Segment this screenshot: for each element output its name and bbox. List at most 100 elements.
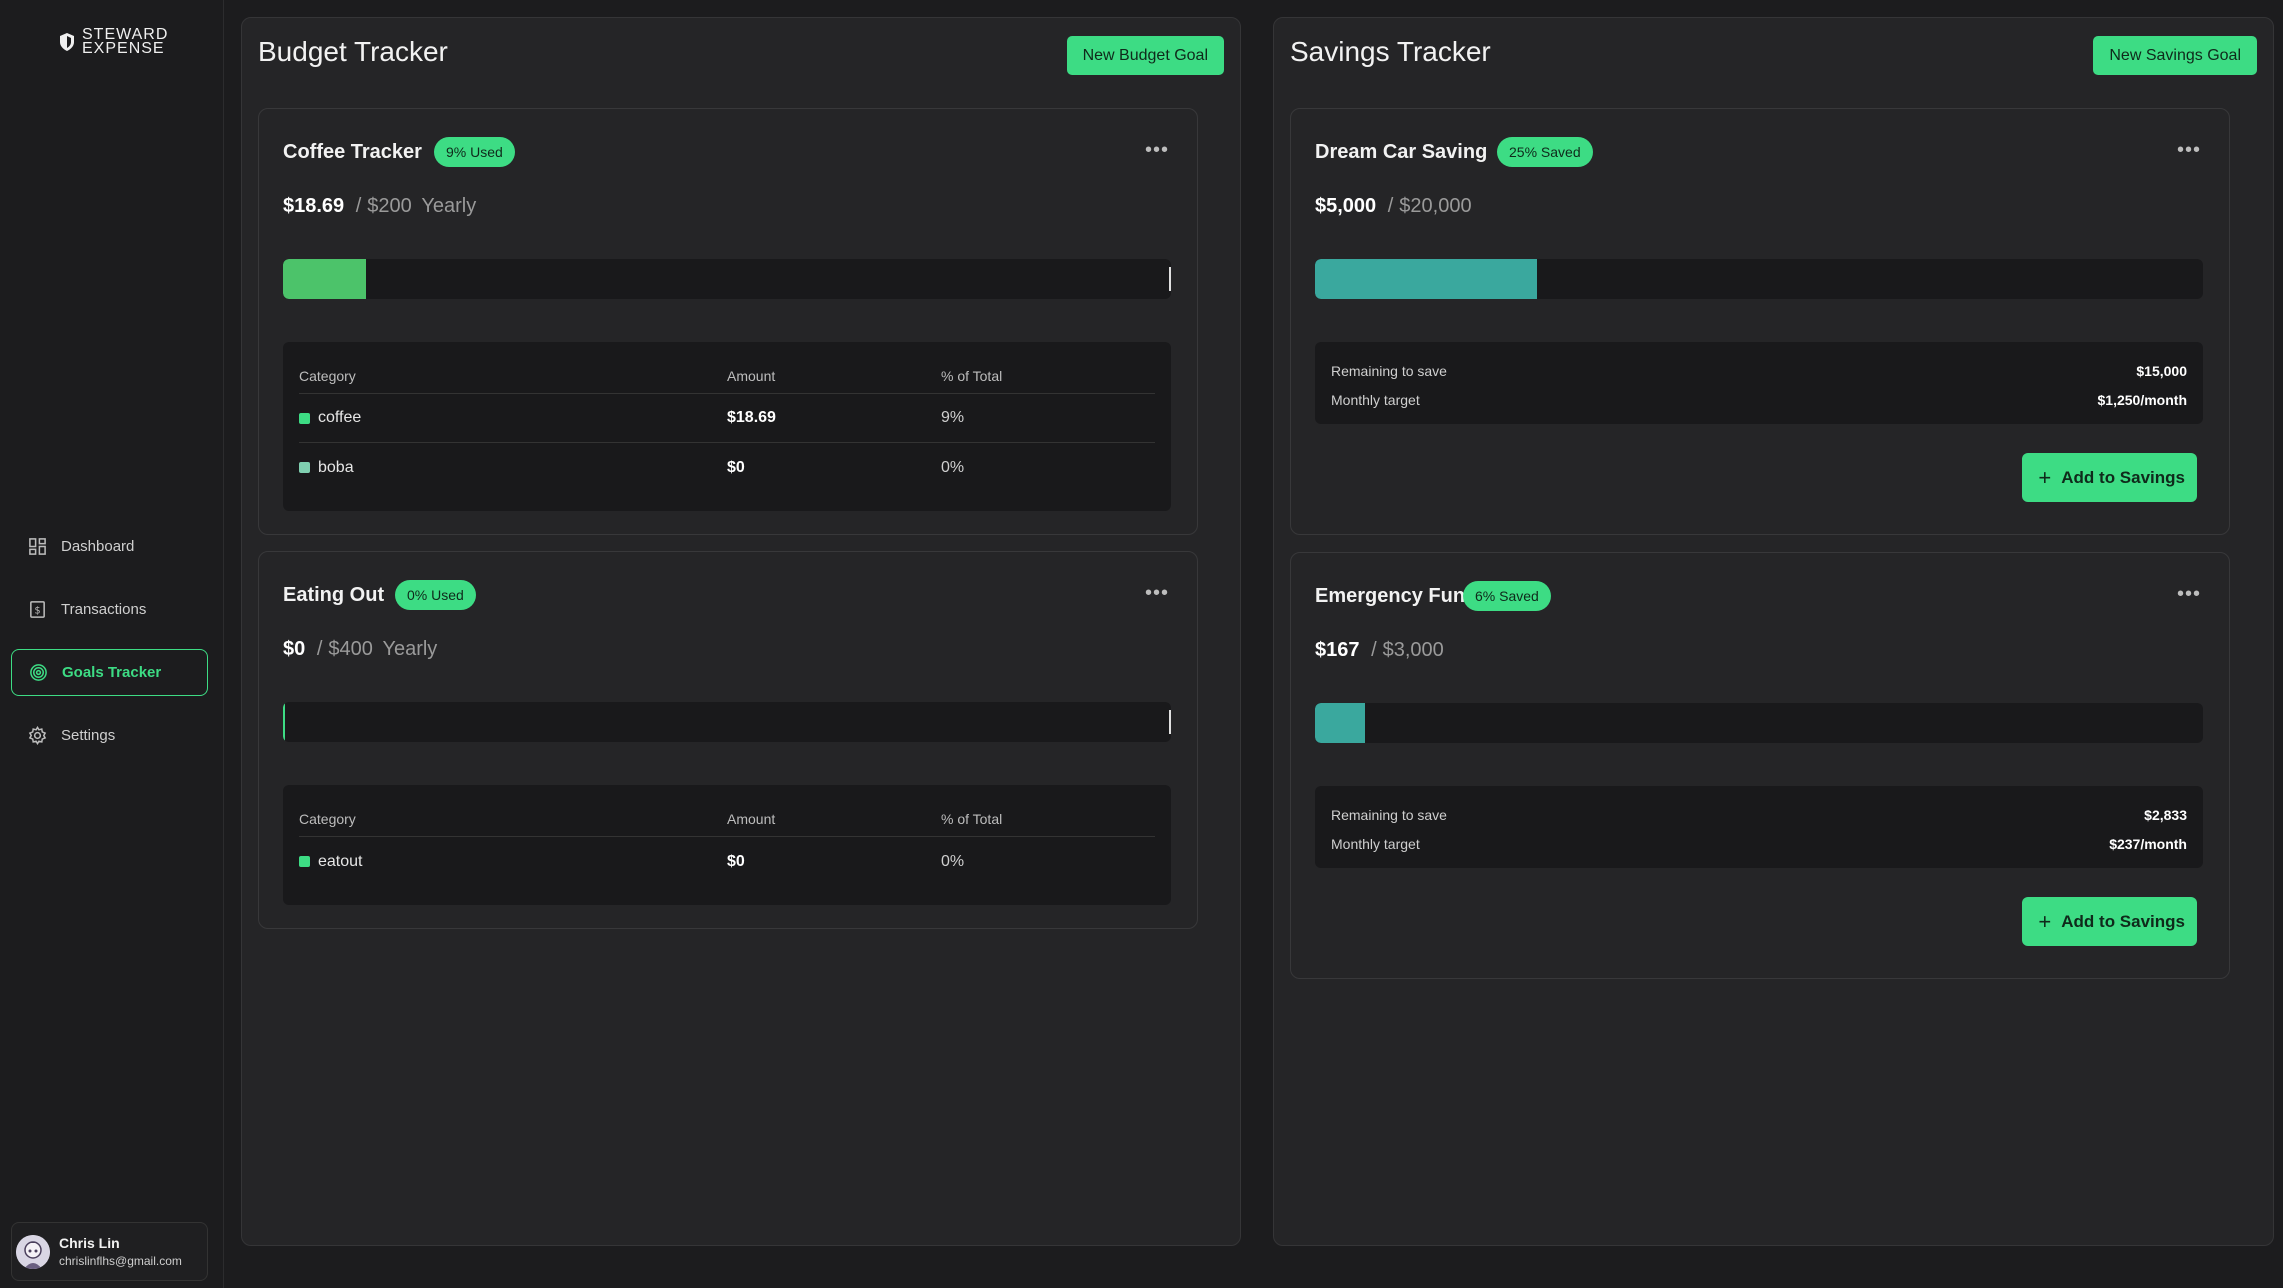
remaining-label: Remaining to save [1331,362,1447,379]
category-name: eatout [318,852,363,870]
plus-icon: + [2038,908,2052,934]
user-name: Chris Lin [59,1235,120,1251]
table-row[interactable]: coffee $18.69 9% [299,394,1155,443]
table-header: Category Amount % of Total [299,801,1155,837]
progress-fill [1315,703,1365,743]
column-header-amount: Amount [727,367,776,384]
savings-summary: Remaining to save $2,833 Monthly target $2… [1315,786,2203,868]
savings-card: Emergency Fund 6% Saved ••• $167 /$3,000… [1290,552,2230,979]
add-to-savings-button[interactable]: + Add to Savings [2022,897,2197,946]
amount-separator: / [355,195,362,217]
more-options-icon[interactable]: ••• [2177,583,2201,606]
budget-card: Eating Out 0% Used ••• $0 /$400 Yearly C… [258,551,1198,929]
amount-summary: $5,000 /$20,000 [1315,195,1472,218]
limit-amount: $200 [367,195,412,217]
category-color-dot [299,412,310,424]
category-color-dot [299,462,310,473]
budget-card: Coffee Tracker 9% Used ••• $18.69 /$200 … [258,108,1198,535]
progress-bar [283,259,1171,299]
category-table: Category Amount % of Total coffee $18.69… [283,342,1171,511]
user-profile-card[interactable]: Chris Lin chrislinflhs@gmail.com [11,1222,208,1281]
current-amount: $167 [1315,639,1360,661]
progress-fill [1315,259,1537,299]
monthly-value: $237/month [2109,835,2187,852]
monthly-label: Monthly target [1331,391,1420,408]
amount-separator: / [316,638,323,660]
category-color-dot [299,856,310,867]
card-title: Emergency Fund [1315,585,1478,607]
amount-separator: / [1387,195,1394,217]
amount-summary: $167 /$3,000 [1315,639,1444,662]
status-badge: 25% Saved [1497,137,1593,167]
progress-bar [283,702,1171,742]
amount-separator: / [1371,639,1377,661]
category-name: boba [318,458,354,476]
page-title: Budget Tracker [258,36,448,67]
remaining-value: $2,833 [2144,806,2187,823]
remaining-value: $15,000 [2136,362,2187,379]
app-logo[interactable]: STEWARD EXPENSE [58,26,169,57]
column-header-amount: Amount [727,810,776,827]
logo-text: STEWARD EXPENSE [82,26,169,57]
shield-icon [60,33,74,51]
progress-fill [283,259,367,299]
sidebar-item-goals-tracker[interactable]: Goals Tracker [11,649,208,696]
monthly-label: Monthly target [1331,835,1420,852]
sidebar-item-dashboard[interactable]: Dashboard [11,523,208,570]
new-budget-goal-button[interactable]: New Budget Goal [1066,36,1224,75]
budget-tracker-panel: Budget Tracker New Budget Goal Coffee Tr… [241,17,1241,1246]
sidebar-item-label: Dashboard [61,538,135,555]
gear-icon [28,726,47,745]
category-name: coffee [318,409,362,426]
more-options-icon[interactable]: ••• [1145,139,1169,162]
status-badge: 6% Saved [1463,581,1551,611]
sidebar-item-label: Settings [61,727,116,744]
status-badge: 0% Used [395,580,476,610]
target-icon [30,664,47,681]
monthly-value: $1,250/month [2097,391,2187,408]
category-amount: $0 [727,852,745,870]
column-header-percent: % of Total [941,810,1003,827]
savings-card: Dream Car Saving 25% Saved ••• $5,000 /$… [1290,108,2230,535]
current-amount: $5,000 [1315,195,1377,217]
table-row[interactable]: boba $0 0% [299,443,1155,492]
sidebar-item-label: Transactions [61,601,147,618]
amount-summary: $0 /$400 Yearly [283,638,437,661]
receipt-icon: $ [30,601,45,618]
column-header-category: Category [299,810,356,827]
sidebar-item-transactions[interactable]: $ Transactions [11,586,208,633]
progress-start-marker [283,702,285,742]
add-to-savings-label: Add to Savings [2061,467,2185,487]
new-savings-goal-button[interactable]: New Savings Goal [2093,36,2257,75]
card-title: Eating Out [283,584,385,606]
card-title: Coffee Tracker [283,141,422,163]
page-title: Savings Tracker [1290,36,1491,67]
table-row[interactable]: eatout $0 0% [299,837,1155,886]
progress-bar-end [1169,710,1171,734]
category-percent: 9% [941,409,965,426]
card-title: Dream Car Saving [1315,141,1488,163]
period-label: Yearly [382,638,438,660]
column-header-percent: % of Total [941,367,1003,384]
category-percent: 0% [941,852,965,870]
savings-tracker-panel: Savings Tracker New Savings Goal Dream C… [1273,17,2274,1246]
progress-bar-end [1169,267,1171,291]
sidebar-item-settings[interactable]: Settings [11,712,208,759]
avatar [16,1234,50,1269]
more-options-icon[interactable]: ••• [1145,582,1169,605]
dashboard-icon [29,538,46,555]
sidebar: STEWARD EXPENSE Dashboard $ Transactions… [0,0,224,1288]
add-to-savings-button[interactable]: + Add to Savings [2022,453,2197,502]
limit-amount: $400 [328,638,373,660]
category-table: Category Amount % of Total eatout $0 0% [283,785,1171,905]
svg-text:$: $ [34,605,40,616]
table-header: Category Amount % of Total [299,358,1155,394]
amount-summary: $18.69 /$200 Yearly [283,195,476,218]
current-amount: $0 [283,638,306,660]
category-amount: $18.69 [727,409,776,426]
status-badge: 9% Used [434,137,515,167]
more-options-icon[interactable]: ••• [2177,139,2201,162]
current-amount: $18.69 [283,195,345,217]
category-percent: 0% [941,458,965,476]
savings-summary: Remaining to save $15,000 Monthly target $… [1315,342,2203,424]
